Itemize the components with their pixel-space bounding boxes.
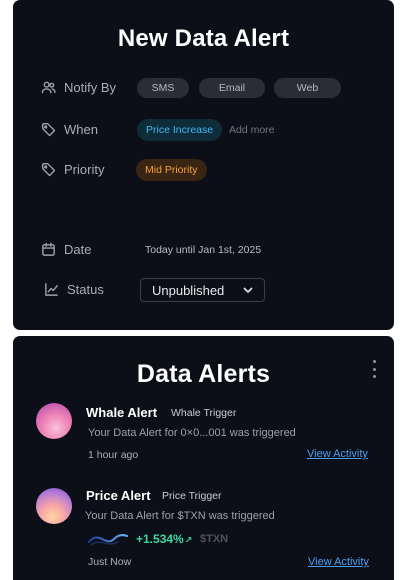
alert-description: Your Data Alert for $TXN was triggered <box>85 510 275 522</box>
price-change-value: +1.534% <box>136 532 184 546</box>
tag-icon <box>41 122 56 137</box>
priority-label: Priority <box>64 162 105 177</box>
alert-trigger: Price Trigger <box>162 490 222 502</box>
status-label: Status <box>67 282 104 297</box>
when-label: When <box>64 122 98 137</box>
alert-time: Just Now <box>88 556 132 568</box>
alert-name: Whale Alert <box>86 405 158 420</box>
section-title: Data Alerts <box>136 360 271 388</box>
chevron-down-icon <box>243 287 253 293</box>
chart-line-icon <box>45 283 58 296</box>
add-more-link[interactable]: Add more <box>229 124 275 136</box>
sparkline-icon <box>88 534 128 546</box>
when-tag-price-increase[interactable]: Price Increase <box>137 119 223 141</box>
date-label: Date <box>64 242 92 257</box>
status-selected-value: Unpublished <box>152 282 225 298</box>
tag-icon <box>41 162 56 177</box>
avatar <box>36 403 72 439</box>
price-change: +1.534%↗ <box>136 532 192 546</box>
priority-row-label: Priority <box>41 162 104 177</box>
alert-description: Your Data Alert for 0×0...001 was trigge… <box>88 427 296 439</box>
notify-sms-option[interactable]: SMS <box>137 78 189 98</box>
avatar <box>36 488 72 524</box>
status-select[interactable]: Unpublished <box>140 278 265 302</box>
users-icon <box>41 81 56 94</box>
when-row-label: When <box>41 122 98 137</box>
priority-tag-mid[interactable]: Mid Priority <box>136 159 207 181</box>
alert-trigger: Whale Trigger <box>171 407 237 419</box>
notify-email-option[interactable]: Email <box>199 78 265 98</box>
notify-web-option[interactable]: Web <box>274 78 341 98</box>
alert-name: Price Alert <box>86 488 151 503</box>
date-value[interactable]: Today until Jan 1st, 2025 <box>145 244 261 256</box>
date-row-label: Date <box>41 242 91 257</box>
kebab-menu-icon[interactable] <box>371 360 377 378</box>
notify-by-label: Notify By <box>64 80 117 95</box>
page-title: New Data Alert <box>117 25 290 52</box>
view-activity-link[interactable]: View Activity <box>307 448 368 460</box>
alert-time: 1 hour ago <box>88 449 139 461</box>
arrow-up-right-icon: ↗ <box>184 535 193 545</box>
view-activity-link[interactable]: View Activity <box>308 556 369 568</box>
notify-by-row-label: Notify By <box>41 80 116 95</box>
calendar-icon <box>42 242 55 256</box>
ticker-symbol: $TXN <box>200 533 229 545</box>
status-row-label: Status <box>44 282 104 297</box>
